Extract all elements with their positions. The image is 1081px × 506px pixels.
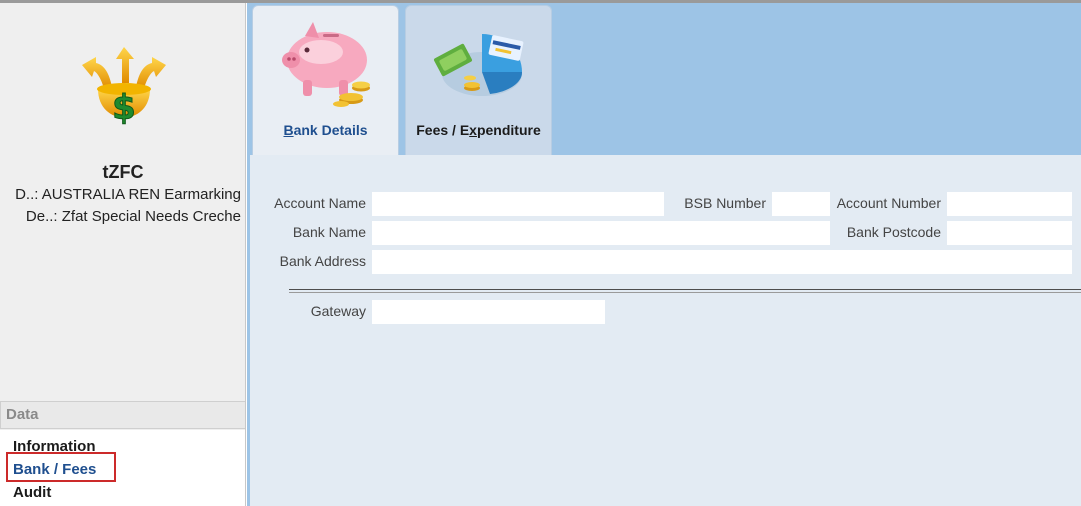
bank-address-label: Bank Address [279, 253, 366, 269]
dollar-arrows-logo-icon: $ [82, 47, 166, 129]
tab-bank-details-label: Bank Details [283, 122, 368, 138]
entity-meta-line-2: De..: Zfat Special Needs Creche [25, 208, 241, 225]
account-name-field[interactable] [372, 192, 664, 216]
gateway-field[interactable] [372, 300, 605, 324]
selection-highlight-box [6, 452, 116, 482]
piggy-bank-icon [282, 22, 370, 107]
entity-name: tZFC [102, 162, 144, 182]
entity-meta-line-1: D..: AUSTRALIA REN Earmarking [15, 186, 241, 203]
account-number-label: Account Number [836, 195, 941, 211]
section-divider [289, 289, 1081, 293]
bank-name-label: Bank Name [292, 224, 366, 240]
account-number-field[interactable] [947, 192, 1072, 216]
svg-text:$: $ [112, 88, 136, 128]
bank-address-field[interactable] [372, 250, 1072, 274]
gateway-label: Gateway [310, 303, 366, 319]
tab-bank-details[interactable]: Bank Details [252, 5, 399, 155]
tab-fees-expenditure[interactable]: Fees / Expenditure [405, 5, 552, 155]
bsb-number-label: BSB Number [684, 195, 766, 211]
tab-bar: Bank Details Fees / Expenditure [247, 3, 1081, 155]
data-section-header[interactable]: Data [0, 401, 245, 429]
bank-name-field[interactable] [372, 221, 830, 245]
account-name-label: Account Name [274, 195, 366, 211]
bank-postcode-field[interactable] [947, 221, 1072, 245]
bsb-number-field[interactable] [772, 192, 830, 216]
fees-chart-icon [434, 34, 524, 96]
bank-postcode-label: Bank Postcode [846, 224, 941, 240]
tab-fees-expenditure-label: Fees / Expenditure [416, 122, 541, 138]
sidebar-item-audit[interactable]: Audit [13, 484, 51, 501]
sidebar: $ tZFC D..: AUSTRALIA REN Earmarking De.… [0, 3, 246, 506]
